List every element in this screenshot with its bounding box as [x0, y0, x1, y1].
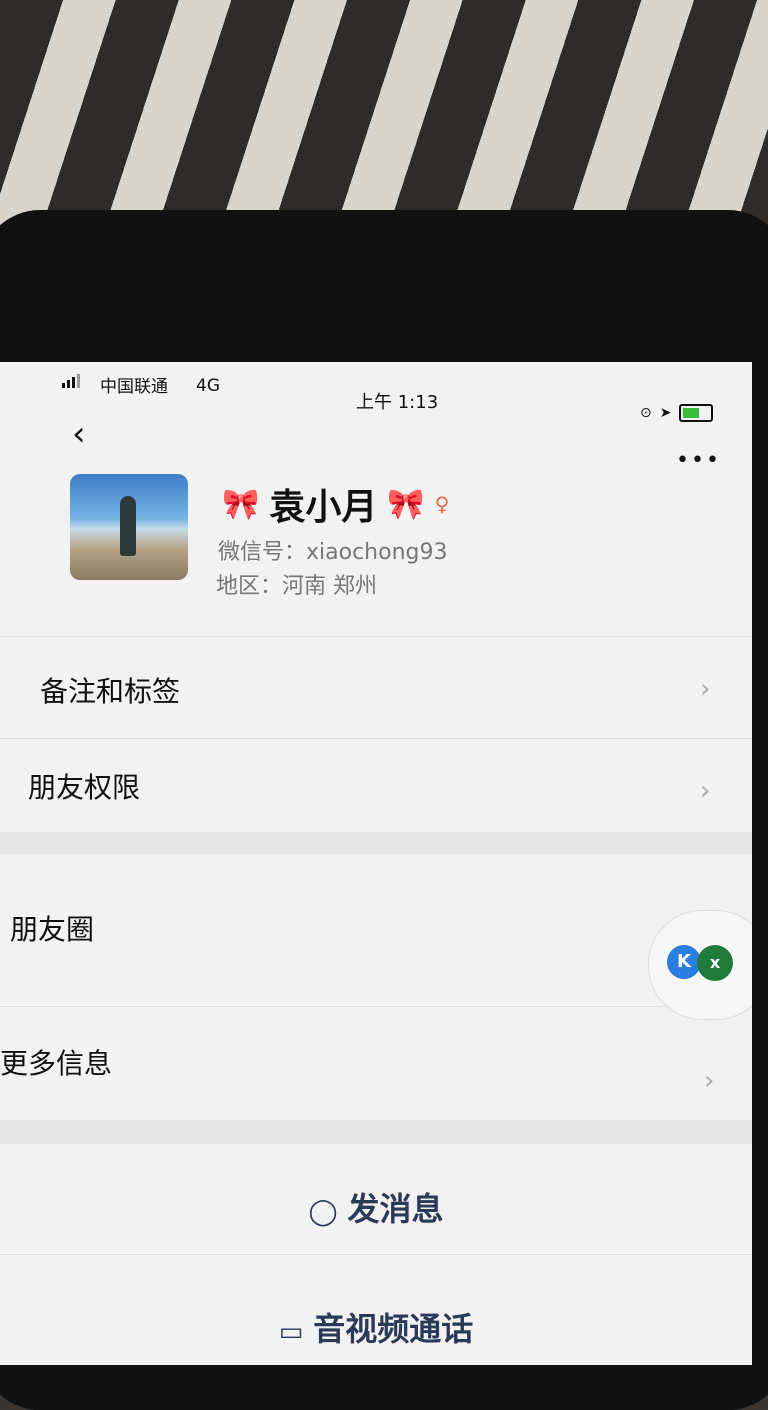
section-gap [0, 1120, 752, 1144]
divider [0, 636, 752, 637]
battery-icon [679, 404, 714, 422]
floating-app-widget[interactable]: K x [648, 910, 752, 1020]
region: 地区：河南 郑州 [216, 574, 377, 599]
more-dots-icon: ••• [676, 448, 721, 473]
remarks-row[interactable]: 备注和标签 › [0, 638, 752, 738]
k-app-icon[interactable]: K [667, 945, 701, 979]
x-app-icon[interactable]: x [697, 945, 733, 981]
wechat-id: 微信号：xiaochong93 [218, 540, 448, 565]
chevron-right-icon: › [704, 1066, 715, 1096]
permissions-label: 朋友权限 [28, 771, 141, 804]
profile-name: 袁小月 [269, 487, 378, 528]
chevron-right-icon: › [700, 674, 711, 704]
carrier-label: 中国联通 [100, 377, 168, 397]
network-label: 4G [196, 376, 220, 396]
divider [0, 1254, 752, 1255]
video-call-label: 音视频通话 [313, 1310, 474, 1348]
female-icon: ♀ [434, 492, 450, 516]
chat-bubble-icon: ◯ [308, 1197, 338, 1227]
name-row: 🎀 袁小月 🎀 ♀ [222, 478, 449, 530]
send-message-button[interactable]: ◯ 发消息 [0, 1184, 752, 1230]
moments-label: 朋友圈 [10, 913, 95, 946]
video-call-button[interactable]: ▭ 音视频通话 [0, 1304, 752, 1350]
more-info-label: 更多信息 [0, 1047, 113, 1080]
bow-icon: 🎀 [222, 486, 260, 522]
video-camera-icon: ▭ [278, 1317, 304, 1347]
bow-icon: 🎀 [387, 486, 425, 522]
rotation-lock-icon: ⊙ [640, 405, 652, 421]
clock: 上午 1:13 [356, 392, 439, 413]
back-button[interactable]: ‹ [72, 414, 86, 454]
phone-screen: 中国联通 4G 上午 1:13 ⊙ ➤ ‹ ••• 🎀 袁小月 🎀 ♀ 微信号：… [0, 362, 752, 1365]
location-icon: ➤ [659, 405, 672, 421]
more-button[interactable]: ••• [676, 448, 721, 473]
more-info-row[interactable]: 更多信息 › [0, 1008, 752, 1118]
moments-row[interactable]: 朋友圈 [0, 856, 752, 1006]
signal-icon [62, 374, 80, 388]
divider [0, 1006, 752, 1007]
send-message-label: 发消息 [347, 1190, 444, 1228]
permissions-row[interactable]: 朋友权限 › [0, 740, 752, 830]
chevron-left-icon: ‹ [72, 414, 86, 454]
remarks-label: 备注和标签 [40, 675, 181, 708]
status-icons: ⊙ ➤ [640, 404, 714, 422]
status-bar: 中国联通 4G 上午 1:13 ⊙ ➤ [0, 362, 752, 422]
avatar[interactable] [70, 474, 188, 580]
chevron-right-icon: › [700, 776, 711, 806]
divider [0, 738, 752, 739]
section-gap [0, 832, 752, 854]
